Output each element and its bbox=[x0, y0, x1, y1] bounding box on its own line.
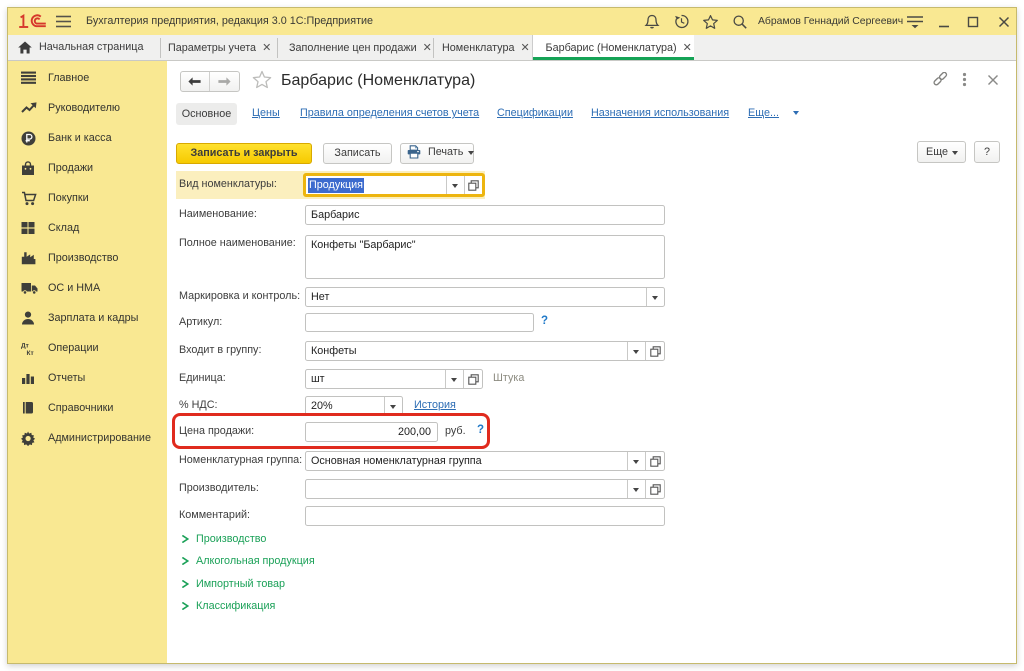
svg-text:Кт: Кт bbox=[27, 350, 34, 356]
svg-text:Дт: Дт bbox=[21, 343, 29, 350]
